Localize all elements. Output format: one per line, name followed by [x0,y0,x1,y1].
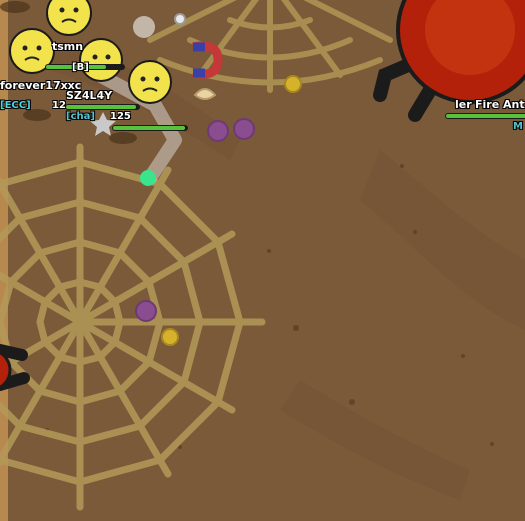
game-canvas[interactable]: tsmn [B] forever17xxc [ECC] 12 SZ4L4Y [c… [0,0,525,521]
player-level: 12 [52,100,66,111]
player-name: SZ4L4Y [66,89,113,102]
player-name: tsmn [52,40,84,53]
enemy-health-fill [446,114,525,118]
player-health-fill [66,105,136,109]
sad-face-icon [128,60,172,104]
pollen-icon [174,13,186,25]
sad-face-icon [79,38,123,82]
player-tag: [ECC] [0,100,31,111]
enemy-name-prefix: ler [455,98,472,111]
pollen-icon [161,328,179,346]
player-tag: [B] [72,62,89,73]
pollen-icon [284,75,302,93]
enemy-level: M [513,121,523,132]
enemy-name: Fire Ant [475,98,525,111]
rock-icon [109,132,137,144]
rock-icon [0,1,30,13]
player-tag: [cha] [66,111,95,122]
glowing-petal-icon [140,170,156,186]
player-health-fill [113,126,185,130]
sad-face-icon [46,0,92,36]
player-level: 125 [110,111,131,122]
